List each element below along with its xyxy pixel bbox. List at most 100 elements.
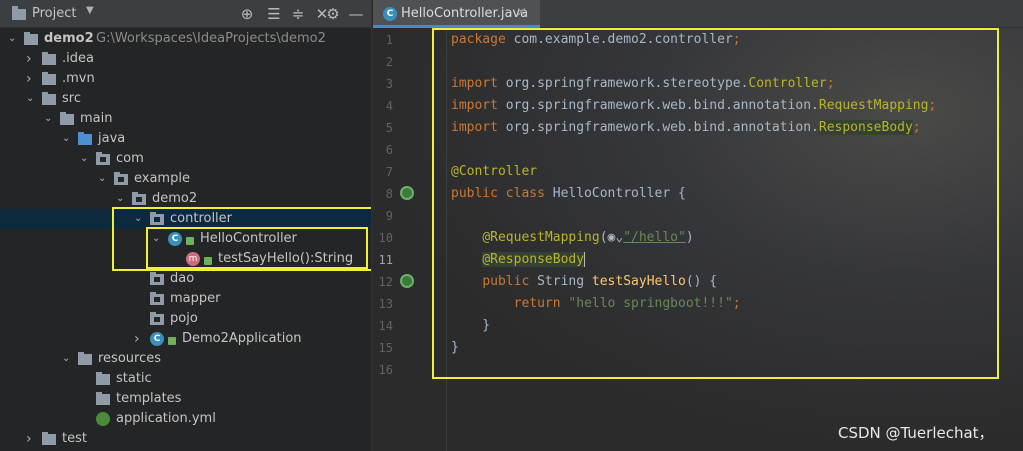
tree-item[interactable]: › test xyxy=(0,429,371,449)
class-icon: C xyxy=(383,7,397,21)
chevron-down-icon[interactable]: ⌄ xyxy=(116,189,128,209)
tree-item-label: demo2 xyxy=(152,191,198,206)
line-number: 2 xyxy=(385,55,393,69)
view-selector-dropdown-icon[interactable]: ▼ xyxy=(86,5,94,16)
package-icon xyxy=(114,172,128,185)
chevron-down-icon[interactable]: ⌄ xyxy=(80,149,92,169)
folder-icon xyxy=(42,432,56,445)
chevron-down-icon[interactable]: ⌄ xyxy=(62,349,74,369)
tree-item-label: src xyxy=(62,91,81,106)
collapse-all-icon[interactable]: ☰ xyxy=(264,4,284,24)
tree-item-label: static xyxy=(116,371,152,386)
chevron-down-icon[interactable]: ⌄ xyxy=(8,29,20,49)
source-folder-icon xyxy=(78,132,92,145)
line-number: 1 xyxy=(385,33,393,47)
tree-item[interactable]: dao xyxy=(0,269,371,289)
tree-item-label: Demo2Application xyxy=(182,331,302,346)
package-icon xyxy=(150,272,164,285)
folder-icon xyxy=(60,112,74,125)
package-icon xyxy=(132,192,146,205)
tree-item[interactable]: ⌄ java xyxy=(0,129,371,149)
tree-item[interactable]: ⌄ com xyxy=(0,149,371,169)
chevron-down-icon[interactable]: ⌄ xyxy=(62,129,74,149)
gear-icon[interactable]: ⚙ xyxy=(323,4,343,24)
tab-close-icon[interactable]: × xyxy=(516,5,527,20)
highlight-box-code xyxy=(432,28,999,379)
line-number: 7 xyxy=(385,165,393,179)
spring-class-icon: C xyxy=(150,332,164,346)
tree-item-label: java xyxy=(98,131,126,146)
line-number: 13 xyxy=(378,297,393,311)
tree-item-label: resources xyxy=(98,351,162,366)
folder-icon xyxy=(42,72,56,85)
tree-item-label: dao xyxy=(170,271,195,286)
project-path: G:\Workspaces\IdeaProjects\demo2 xyxy=(96,31,326,46)
tree-item-label: main xyxy=(80,111,113,126)
tree-item[interactable]: ⌄ demo2 G:\Workspaces\IdeaProjects\demo2 xyxy=(0,29,371,49)
chevron-right-icon[interactable]: › xyxy=(26,429,38,449)
code-editor: C HelloController.java × 1 2 3 4 5 6 7 8 9 10 11 12… xyxy=(373,0,1023,451)
tree-item[interactable]: application.yml xyxy=(0,409,371,429)
line-number: 12 xyxy=(378,275,393,289)
minimize-icon[interactable]: — xyxy=(346,4,366,24)
watermark: CSDN @Tuerlechat， xyxy=(838,424,994,442)
tree-item[interactable]: › C Demo2Application xyxy=(0,329,371,349)
tree-item-label: com xyxy=(116,151,144,166)
tree-item[interactable]: ⌄ src xyxy=(0,89,371,109)
chevron-right-icon[interactable]: › xyxy=(26,49,38,69)
line-number: 4 xyxy=(385,99,393,113)
chevron-right-icon[interactable]: › xyxy=(26,69,38,89)
tree-item-label: test xyxy=(62,431,87,446)
line-number: 8 xyxy=(385,187,393,201)
tree-item[interactable]: ⌄ main xyxy=(0,109,371,129)
line-number: 3 xyxy=(385,77,393,91)
tree-item[interactable]: static xyxy=(0,369,371,389)
project-view-icon xyxy=(12,6,26,20)
tree-item-label: .mvn xyxy=(62,71,95,86)
chevron-right-icon[interactable]: › xyxy=(134,329,146,349)
folder-icon xyxy=(96,372,110,385)
folder-icon xyxy=(42,92,56,105)
chevron-down-icon[interactable]: ⌄ xyxy=(98,169,110,189)
project-panel-header: Project ▼ ⊕ ☰ ≑ ✕ ⚙ — xyxy=(0,0,371,28)
tree-item-label: .idea xyxy=(62,51,94,66)
project-tool-window: Project ▼ ⊕ ☰ ≑ ✕ ⚙ — ⌄ demo2 G:\Workspace… xyxy=(0,0,372,451)
highlight-box-hellocontroller xyxy=(146,227,368,269)
package-icon xyxy=(150,292,164,305)
tree-item-label: demo2 xyxy=(44,31,94,46)
package-icon xyxy=(150,312,164,325)
tree-item[interactable]: ⌄ resources xyxy=(0,349,371,369)
project-panel-title[interactable]: Project xyxy=(32,6,76,21)
tree-item-label: mapper xyxy=(170,291,221,306)
tree-item[interactable]: › .idea xyxy=(0,49,371,69)
folder-icon xyxy=(96,392,110,405)
tree-item[interactable]: mapper xyxy=(0,289,371,309)
tree-item[interactable]: ⌄ example xyxy=(0,169,371,189)
yaml-file-icon xyxy=(96,412,110,426)
line-number: 10 xyxy=(378,231,393,245)
tree-item-label: application.yml xyxy=(116,411,216,426)
add-icon[interactable]: ⊕ xyxy=(237,4,257,24)
tree-item-label: templates xyxy=(116,391,182,406)
line-number: 9 xyxy=(385,209,393,223)
tab-label: HelloController.java xyxy=(401,6,529,21)
spring-bean-gutter-icon[interactable] xyxy=(400,274,414,288)
tab-hellocontroller[interactable]: C HelloController.java × xyxy=(373,0,540,28)
chevron-down-icon[interactable]: ⌄ xyxy=(44,109,56,129)
tree-item[interactable]: › .mvn xyxy=(0,69,371,89)
expand-all-icon[interactable]: ≑ xyxy=(288,4,308,24)
line-number: 16 xyxy=(378,363,393,377)
line-number: 11 xyxy=(378,253,393,267)
tree-item-label: example xyxy=(134,171,190,186)
folder-icon xyxy=(42,52,56,65)
spring-bean-gutter-icon[interactable] xyxy=(400,186,414,200)
chevron-down-icon[interactable]: ⌄ xyxy=(26,89,38,109)
tree-item[interactable]: pojo xyxy=(0,309,371,329)
package-icon xyxy=(96,152,110,165)
line-number: 15 xyxy=(378,341,393,355)
tree-item[interactable]: templates xyxy=(0,389,371,409)
editor-tab-bar: C HelloController.java × xyxy=(373,0,1023,28)
resources-folder-icon xyxy=(78,352,92,365)
tree-item[interactable]: ⌄ demo2 xyxy=(0,189,371,209)
line-number: 5 xyxy=(385,121,393,135)
